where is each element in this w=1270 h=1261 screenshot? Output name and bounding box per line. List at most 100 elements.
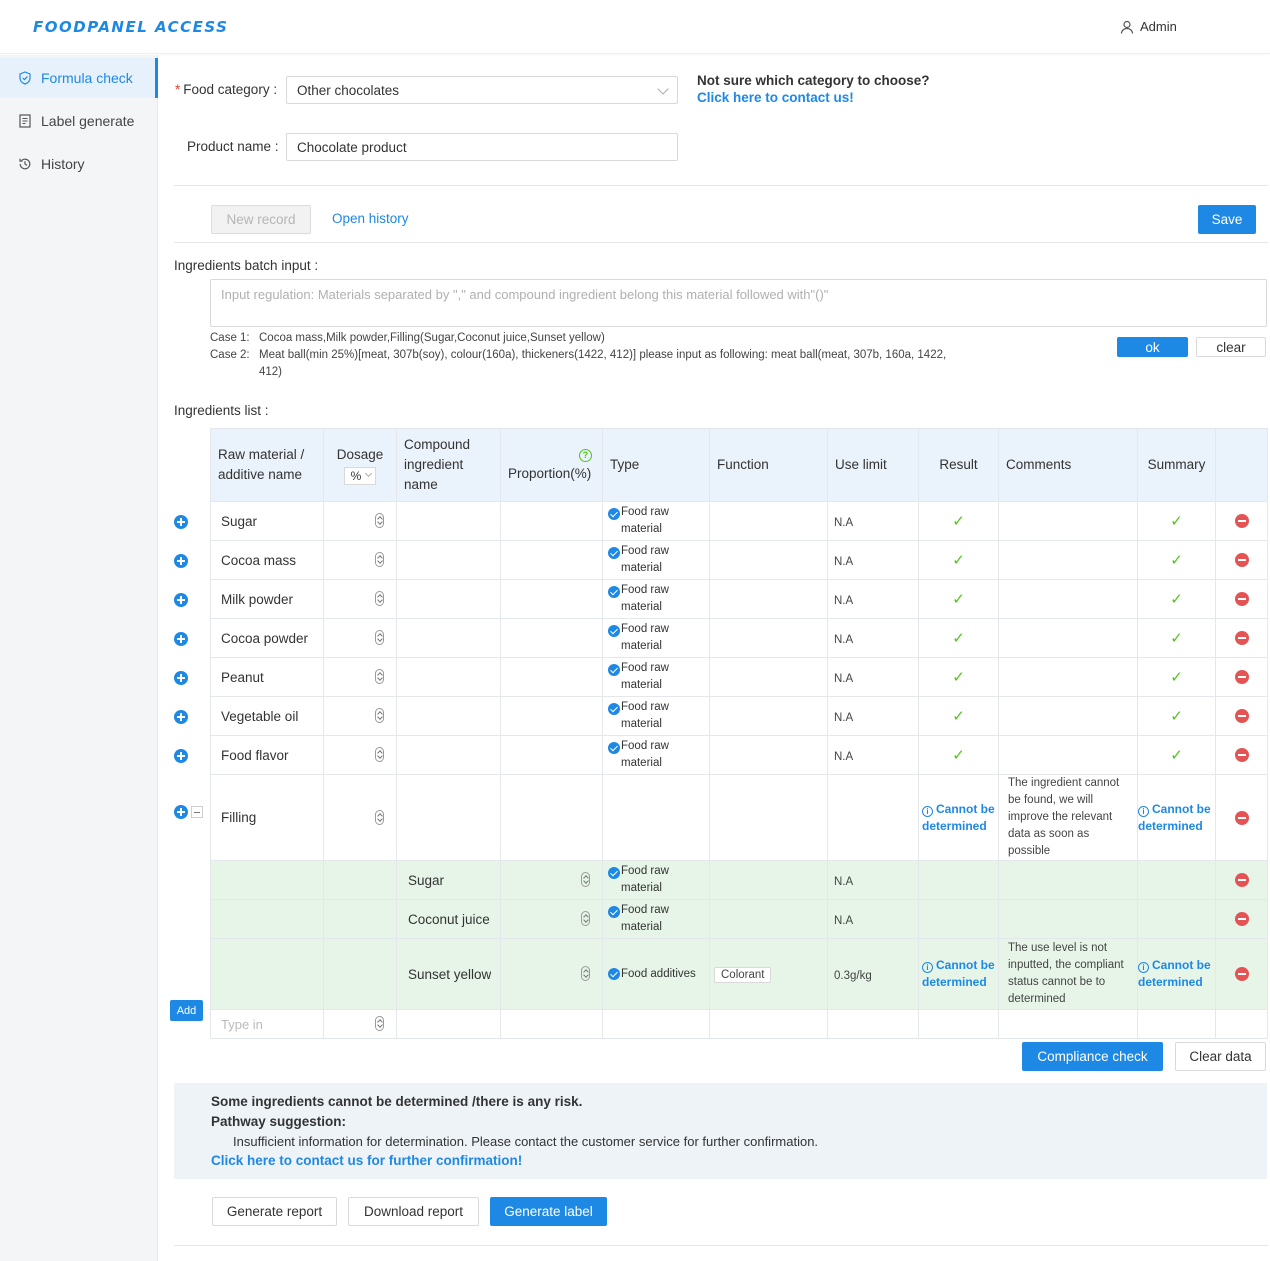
delete-cell bbox=[1215, 774, 1268, 861]
cannot-determined-link[interactable]: i Cannot be determined bbox=[1138, 957, 1215, 991]
number-stepper[interactable] bbox=[375, 669, 384, 684]
generate-report-button[interactable]: Generate report bbox=[212, 1197, 337, 1226]
open-history-link[interactable]: Open history bbox=[332, 211, 409, 226]
remove-icon[interactable] bbox=[1234, 514, 1249, 528]
type-cell: Food raw material bbox=[602, 579, 710, 619]
empty-cell bbox=[827, 1009, 919, 1039]
app-logo[interactable]: FOODPANEL ACCESS bbox=[33, 18, 229, 36]
sidebar-item-label: Formula check bbox=[41, 70, 133, 86]
header-raw-material: Raw material / additive name bbox=[210, 428, 324, 502]
proportion-cell[interactable] bbox=[500, 938, 603, 1010]
sidebar-item-history[interactable]: History bbox=[0, 144, 158, 184]
number-stepper[interactable] bbox=[581, 966, 590, 981]
ingredient-name[interactable]: Cocoa powder bbox=[210, 618, 324, 658]
header-function: Function bbox=[709, 428, 828, 502]
add-sub-ingredient-icon[interactable] bbox=[174, 554, 188, 568]
remove-icon[interactable] bbox=[1234, 670, 1249, 684]
save-button[interactable]: Save bbox=[1198, 205, 1256, 234]
new-ingredient-input[interactable]: Type in bbox=[210, 1009, 324, 1039]
document-icon bbox=[19, 114, 31, 128]
compliance-check-button[interactable]: Compliance check bbox=[1022, 1042, 1163, 1071]
dosage-cell[interactable] bbox=[323, 579, 397, 619]
generate-label-button[interactable]: Generate label bbox=[490, 1197, 607, 1226]
use-limit-cell: N.A bbox=[827, 657, 919, 697]
check-circle-icon bbox=[608, 625, 620, 637]
proportion-cell[interactable] bbox=[500, 899, 603, 939]
batch-clear-button[interactable]: clear bbox=[1196, 337, 1266, 357]
number-stepper[interactable] bbox=[375, 708, 384, 723]
ingredient-name[interactable]: Cocoa mass bbox=[210, 540, 324, 580]
add-sub-ingredient-icon[interactable] bbox=[174, 710, 188, 724]
add-sub-ingredient-icon[interactable] bbox=[174, 515, 188, 529]
remove-icon[interactable] bbox=[1234, 873, 1249, 887]
add-sub-ingredient-icon[interactable] bbox=[174, 749, 188, 763]
remove-icon[interactable] bbox=[1234, 810, 1249, 825]
add-sub-ingredient-icon[interactable] bbox=[174, 632, 188, 646]
empty-cell bbox=[1215, 1009, 1268, 1039]
number-stepper[interactable] bbox=[375, 630, 384, 645]
ingredient-name[interactable]: Sugar bbox=[210, 501, 324, 541]
number-stepper[interactable] bbox=[375, 513, 384, 528]
ingredient-name[interactable]: Filling bbox=[210, 774, 324, 861]
contact-us-link[interactable]: Click here to contact us! bbox=[697, 90, 854, 105]
number-stepper[interactable] bbox=[375, 747, 384, 762]
help-icon[interactable]: ? bbox=[579, 449, 592, 462]
dosage-unit-select[interactable]: % bbox=[343, 466, 377, 485]
batch-ok-button[interactable]: ok bbox=[1117, 337, 1188, 357]
compound-name[interactable]: Sugar bbox=[396, 860, 501, 900]
collapse-icon[interactable] bbox=[191, 806, 203, 818]
dosage-cell[interactable] bbox=[323, 696, 397, 736]
ingredient-name[interactable]: Milk powder bbox=[210, 579, 324, 619]
case-2-text: Meat ball(min 25%)[meat, 307b(soy), colo… bbox=[259, 349, 947, 378]
remove-icon[interactable] bbox=[1234, 967, 1249, 981]
proportion-cell bbox=[500, 774, 603, 861]
dosage-cell[interactable] bbox=[323, 540, 397, 580]
empty-cell bbox=[918, 1009, 999, 1039]
batch-input-textarea[interactable]: Input regulation: Materials separated by… bbox=[210, 279, 1267, 327]
food-category-select[interactable]: Other chocolates bbox=[286, 76, 678, 104]
dosage-cell[interactable] bbox=[323, 618, 397, 658]
product-name-label: Product name : bbox=[187, 139, 279, 154]
ingredient-name[interactable]: Peanut bbox=[210, 657, 324, 697]
compound-name[interactable]: Sunset yellow bbox=[396, 938, 501, 1010]
add-ingredient-button[interactable]: Add bbox=[170, 1000, 203, 1021]
user-menu[interactable]: Admin bbox=[1120, 19, 1177, 34]
add-sub-ingredient-icon[interactable] bbox=[174, 805, 188, 819]
sidebar-item-formula-check[interactable]: Formula check bbox=[0, 58, 158, 98]
cannot-determined-link[interactable]: i Cannot be determined bbox=[922, 957, 995, 991]
cannot-determined-link[interactable]: i Cannot be determined bbox=[922, 801, 995, 835]
remove-icon[interactable] bbox=[1234, 709, 1249, 723]
remove-icon[interactable] bbox=[1234, 592, 1249, 606]
number-stepper[interactable] bbox=[375, 1016, 384, 1031]
function-cell bbox=[709, 899, 828, 939]
ingredient-name[interactable]: Food flavor bbox=[210, 735, 324, 775]
compound-name[interactable]: Coconut juice bbox=[396, 899, 501, 939]
sidebar-item-label-generate[interactable]: Label generate bbox=[0, 101, 158, 141]
product-name-field[interactable]: Chocolate product bbox=[286, 133, 678, 161]
dosage-cell[interactable] bbox=[323, 774, 397, 861]
summary-check-icon: ✓ bbox=[1137, 696, 1216, 736]
dosage-cell[interactable] bbox=[323, 735, 397, 775]
number-stepper[interactable] bbox=[581, 911, 590, 926]
number-stepper[interactable] bbox=[375, 591, 384, 606]
number-stepper[interactable] bbox=[375, 552, 384, 567]
remove-icon[interactable] bbox=[1234, 748, 1249, 762]
dosage-cell[interactable] bbox=[323, 657, 397, 697]
download-report-button[interactable]: Download report bbox=[348, 1197, 479, 1226]
remove-icon[interactable] bbox=[1234, 631, 1249, 645]
new-record-button[interactable]: New record bbox=[211, 205, 311, 234]
dosage-cell[interactable] bbox=[323, 501, 397, 541]
remove-icon[interactable] bbox=[1234, 912, 1249, 926]
add-sub-ingredient-icon[interactable] bbox=[174, 671, 188, 685]
number-stepper[interactable] bbox=[375, 809, 384, 825]
number-stepper[interactable] bbox=[581, 872, 590, 887]
remove-icon[interactable] bbox=[1234, 553, 1249, 567]
contact-confirmation-link[interactable]: Click here to contact us for further con… bbox=[211, 1153, 522, 1168]
proportion-cell[interactable] bbox=[500, 860, 603, 900]
add-ingredient-row: Type in bbox=[210, 1009, 1268, 1039]
ingredient-name[interactable]: Vegetable oil bbox=[210, 696, 324, 736]
dosage-cell[interactable] bbox=[323, 1009, 397, 1039]
clear-data-button[interactable]: Clear data bbox=[1175, 1042, 1266, 1071]
cannot-determined-link[interactable]: i Cannot be determined bbox=[1138, 801, 1215, 835]
add-sub-ingredient-icon[interactable] bbox=[174, 593, 188, 607]
